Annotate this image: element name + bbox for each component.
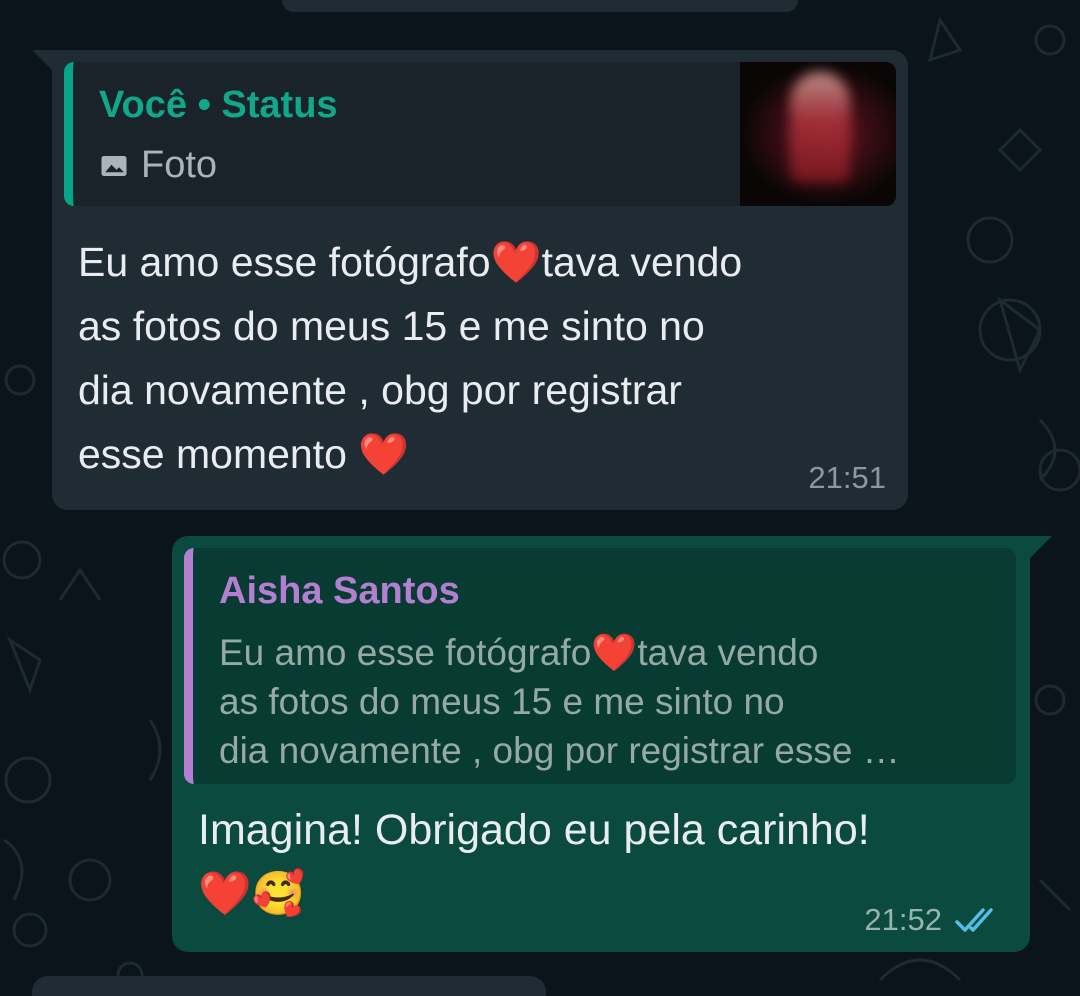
quote-media-type: Foto (99, 144, 217, 187)
incoming-message-bubble[interactable]: Você • Status Foto Eu amo esse fotógrafo… (52, 50, 908, 510)
incoming-bubble-tail (32, 50, 54, 72)
image-icon (101, 155, 127, 176)
outgoing-bubble-tail (1030, 536, 1052, 558)
quote-text: Eu amo esse fotógrafo❤️tava vendo as fot… (219, 632, 900, 771)
message-meta: 21:52 (864, 902, 1004, 938)
previous-message-bubble[interactable] (282, 0, 798, 12)
status-reply-quote[interactable]: Você • Status Foto (64, 62, 896, 206)
outgoing-message-bubble[interactable]: Aisha Santos Eu amo esse fotógrafo❤️tava… (172, 536, 1030, 952)
double-check-read-icon (955, 908, 993, 932)
status-photo-thumbnail[interactable] (740, 62, 896, 206)
message-time: 21:51 (808, 460, 886, 495)
next-message-bubble[interactable] (32, 976, 546, 996)
quote-author: Você • Status (99, 84, 338, 126)
quote-media-label: Foto (141, 144, 218, 186)
message-time: 21:52 (864, 902, 942, 937)
message-text: Eu amo esse fotógrafo❤️tava vendo as fot… (78, 239, 743, 477)
reply-quote[interactable]: Aisha Santos Eu amo esse fotógrafo❤️tava… (184, 548, 1016, 784)
quote-author: Aisha Santos (219, 570, 460, 612)
